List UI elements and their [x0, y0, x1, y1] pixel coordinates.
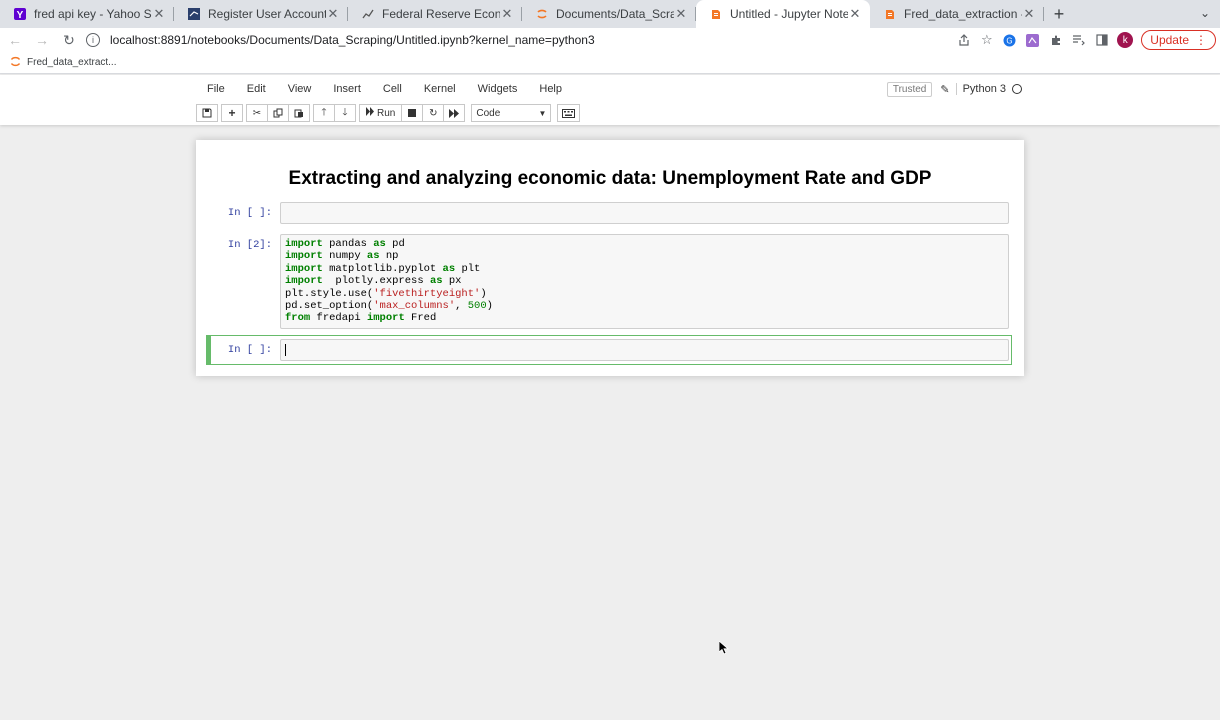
close-tab-icon[interactable]: ✕: [326, 6, 340, 22]
chevron-down-icon: ▼: [538, 108, 547, 118]
cell-prompt: In [ ]:: [227, 344, 272, 356]
notebook-title-heading[interactable]: Extracting and analyzing economic data: …: [196, 168, 1024, 190]
svg-text:Y: Y: [17, 10, 24, 20]
tab-title: Untitled - Jupyter Notebook: [730, 7, 848, 21]
bookmark-item[interactable]: Fred_data_extract...: [0, 56, 117, 70]
close-tab-icon[interactable]: ✕: [848, 6, 862, 22]
reading-list-icon[interactable]: [1067, 29, 1090, 51]
back-arrow-icon[interactable]: ←: [3, 29, 27, 51]
forward-arrow-icon[interactable]: →: [30, 29, 54, 51]
move-down-arrow-icon[interactable]: 🡓: [334, 104, 356, 122]
keyboard-shortcuts-icon[interactable]: [557, 104, 581, 122]
address-bar[interactable]: i localhost:8891/notebooks/Documents/Dat…: [78, 29, 1008, 51]
cell-input[interactable]: import pandas as pd import numpy as np i…: [280, 234, 1009, 329]
move-up-arrow-icon[interactable]: 🡑: [313, 104, 335, 122]
jupyter-icon: [536, 8, 548, 20]
insert-cell-plus-icon[interactable]: +: [221, 104, 243, 122]
tab-title: fred api key - Yahoo Search Re: [34, 7, 152, 21]
browser-tab-untitled[interactable]: Untitled - Jupyter Notebook ✕: [696, 0, 870, 28]
tab-title: Register User Account - St. Lo: [208, 7, 326, 21]
code-cell-selected[interactable]: In [ ]:: [206, 335, 1012, 365]
save-icon[interactable]: [196, 104, 218, 122]
more-vert-icon: ⋮: [1195, 33, 1207, 47]
kernel-name[interactable]: Python 3: [955, 83, 1006, 95]
yahoo-icon: Y: [14, 8, 26, 20]
close-tab-icon[interactable]: ✕: [152, 6, 166, 22]
browser-tab-register[interactable]: Register User Account - St. Lo ✕: [174, 0, 348, 28]
tab-title: Federal Reserve Economic Dat: [382, 7, 500, 21]
menu-cell[interactable]: Cell: [372, 83, 413, 95]
browser-tab-fred-extraction[interactable]: Fred_data_extraction - Jupyte ✕: [870, 0, 1044, 28]
menu-edit[interactable]: Edit: [236, 83, 277, 95]
new-tab-button[interactable]: +: [1044, 0, 1074, 28]
close-tab-icon[interactable]: ✕: [674, 6, 688, 22]
cell-type-value: Code: [476, 107, 501, 119]
jupyter-header: File Edit View Insert Cell Kernel Widget…: [0, 75, 1220, 125]
copy-icon[interactable]: [267, 104, 289, 122]
run-play-icon: [366, 107, 374, 119]
svg-text:G: G: [1007, 36, 1013, 45]
paste-icon[interactable]: [288, 104, 310, 122]
jupyter-icon: [10, 56, 21, 70]
cell-prompt: In [ ]:: [227, 207, 272, 219]
jupyter-notebook-icon: [710, 8, 722, 20]
cell-type-select[interactable]: Code ▼: [471, 104, 552, 122]
cut-scissors-icon[interactable]: ✂: [246, 104, 268, 122]
code-cell[interactable]: In [ ]:: [208, 202, 1012, 224]
tab-search-chevron-icon[interactable]: ⌄: [1200, 6, 1210, 20]
run-label: Run: [377, 107, 396, 119]
fred-flag-icon: [188, 8, 200, 20]
notebook-toolbar: + ✂ 🡑 🡓 Run ↻ Code ▼: [196, 103, 581, 123]
jupyter-notebook-icon: [884, 8, 896, 20]
menu-insert[interactable]: Insert: [322, 83, 372, 95]
browser-tab-yahoo[interactable]: Y fred api key - Yahoo Search Re ✕: [0, 0, 174, 28]
browser-toolbar: ← → ↻ i localhost:8891/notebooks/Documen…: [0, 28, 1220, 52]
tab-title: Fred_data_extraction - Jupyte: [904, 7, 1022, 21]
trusted-badge[interactable]: Trusted: [886, 81, 933, 97]
update-label: Update: [1150, 33, 1189, 47]
toolbar-right-icons: ☆ G k Update ⋮: [952, 28, 1220, 52]
menu-help[interactable]: Help: [528, 83, 573, 95]
close-tab-icon[interactable]: ✕: [500, 6, 514, 22]
restart-run-all-icon[interactable]: [443, 104, 466, 122]
share-icon[interactable]: [952, 29, 975, 51]
menu-widgets[interactable]: Widgets: [467, 83, 529, 95]
cell-input[interactable]: [280, 202, 1009, 224]
fred-chart-icon: [362, 8, 374, 20]
profile-avatar[interactable]: k: [1117, 32, 1134, 48]
run-button[interactable]: Run: [359, 104, 403, 122]
bookmarks-bar: Fred_data_extract...: [0, 52, 1220, 74]
side-panel-icon[interactable]: [1090, 29, 1113, 51]
interrupt-stop-icon[interactable]: [401, 104, 424, 122]
browser-tab-documents[interactable]: Documents/Data_Scraping/ ✕: [522, 0, 696, 28]
extensions-puzzle-icon[interactable]: [1044, 29, 1067, 51]
close-tab-icon[interactable]: ✕: [1022, 6, 1036, 22]
jupyter-menubar: File Edit View Insert Cell Kernel Widget…: [196, 78, 1024, 100]
mouse-pointer-icon: [718, 640, 730, 660]
site-info-icon[interactable]: i: [86, 33, 100, 47]
code-cell[interactable]: In [2]: import pandas as pd import numpy…: [208, 234, 1012, 329]
extension-purple-icon[interactable]: [1021, 29, 1044, 51]
extension-blue-icon[interactable]: G: [998, 29, 1021, 51]
kernel-idle-indicator-icon: [1012, 84, 1022, 94]
menu-file[interactable]: File: [196, 83, 236, 95]
cell-input[interactable]: [280, 339, 1009, 361]
browser-tab-fred[interactable]: Federal Reserve Economic Dat ✕: [348, 0, 522, 28]
menu-kernel[interactable]: Kernel: [413, 83, 467, 95]
bookmark-label: Fred_data_extract...: [27, 57, 117, 68]
text-cursor: [285, 344, 286, 356]
tab-title: Documents/Data_Scraping/: [556, 7, 674, 21]
update-button[interactable]: Update ⋮: [1141, 30, 1216, 50]
notebook-container: Extracting and analyzing economic data: …: [196, 140, 1024, 376]
menu-view[interactable]: View: [277, 83, 323, 95]
browser-tab-bar: Y fred api key - Yahoo Search Re ✕ Regis…: [0, 0, 1220, 28]
cell-prompt: In [2]:: [227, 239, 272, 251]
edit-pencil-icon[interactable]: ✎: [940, 83, 949, 96]
restart-kernel-icon[interactable]: ↻: [422, 104, 445, 122]
url-text[interactable]: localhost:8891/notebooks/Documents/Data_…: [110, 33, 595, 47]
bookmark-star-icon[interactable]: ☆: [975, 29, 998, 51]
